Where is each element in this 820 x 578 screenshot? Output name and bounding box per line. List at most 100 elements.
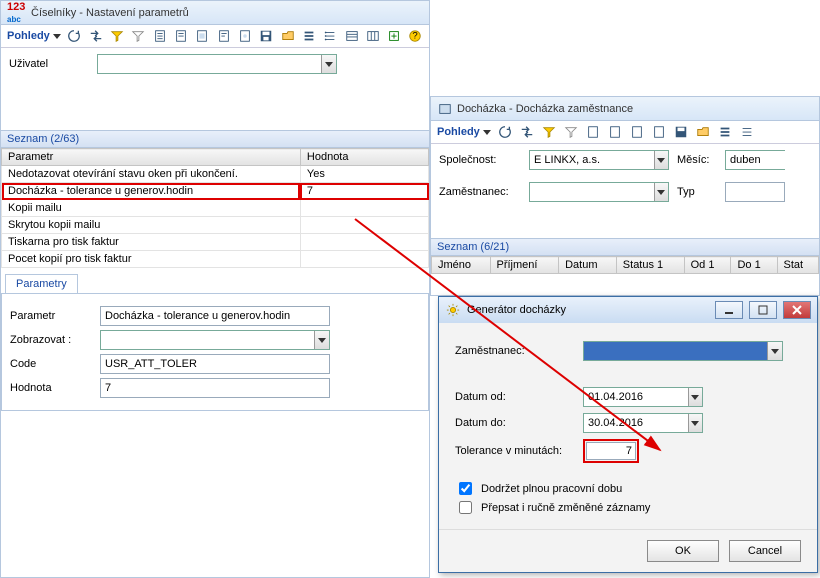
doc4-icon[interactable] <box>216 28 231 44</box>
user-input[interactable] <box>98 55 321 73</box>
col-prijmeni[interactable]: Příjmení <box>490 257 559 274</box>
minimize-button[interactable] <box>715 301 743 319</box>
table-row[interactable]: Tiskarna pro tisk faktur <box>2 234 429 251</box>
filter-drop-icon[interactable] <box>109 28 124 44</box>
lbl-zobrazovat: Zobrazovat : <box>10 334 90 346</box>
nav-icon[interactable] <box>519 124 535 140</box>
refresh-icon[interactable] <box>67 28 82 44</box>
chevron-down-icon[interactable] <box>314 331 329 349</box>
open-icon[interactable] <box>280 28 295 44</box>
user-row: Uživatel <box>1 48 429 80</box>
pohledy-menu[interactable]: Pohledy <box>7 30 61 42</box>
doc-icon[interactable] <box>629 124 645 140</box>
doc-icon[interactable] <box>607 124 623 140</box>
checkbox-dodrzet[interactable] <box>459 482 472 495</box>
table-row[interactable]: Pocet kopií pro tisk faktur <box>2 251 429 268</box>
filter-drop-icon[interactable] <box>541 124 557 140</box>
maximize-button[interactable] <box>749 301 777 319</box>
col-od1[interactable]: Od 1 <box>684 257 731 274</box>
field-tolerance[interactable] <box>586 442 636 460</box>
export-icon[interactable] <box>386 28 401 44</box>
user-dropdown-icon[interactable] <box>321 55 336 73</box>
tab-parametry[interactable]: Parametry <box>5 274 78 293</box>
lbl-datum-do: Datum do: <box>455 417 575 429</box>
table-row-selected[interactable]: Docházka - tolerance u generov.hodin7 <box>2 183 429 200</box>
funnel-icon[interactable] <box>131 28 146 44</box>
col-status1[interactable]: Status 1 <box>616 257 684 274</box>
col-parametr[interactable]: Parametr <box>2 149 301 166</box>
list1-icon[interactable] <box>301 28 316 44</box>
cancel-button[interactable]: Cancel <box>729 540 801 562</box>
main-toolbar: Pohledy ? <box>1 25 429 48</box>
table-row[interactable]: Skrytou kopii mailu <box>2 217 429 234</box>
chevron-down-icon[interactable] <box>654 183 668 201</box>
sec-grid: Jméno Příjmení Datum Status 1 Od 1 Do 1 … <box>431 256 819 274</box>
col-hodnota[interactable]: Hodnota <box>300 149 428 166</box>
ok-button[interactable]: OK <box>647 540 719 562</box>
col-jmeno[interactable]: Jméno <box>432 257 491 274</box>
generator-dialog: Generátor docházky Zaměstnanec: Datum od… <box>438 296 818 573</box>
chk-prepsat[interactable]: Přepsat i ručně změněné záznamy <box>455 498 801 517</box>
doc-icon[interactable] <box>651 124 667 140</box>
dialog-body: Zaměstnanec: Datum od: Datum do: Toleran… <box>439 323 817 529</box>
field-hodnota[interactable]: 7 <box>100 378 330 398</box>
field-code[interactable]: USR_ATT_TOLER <box>100 354 330 374</box>
sec-window: Docházka - Docházka zaměstnance Pohledy … <box>430 96 820 296</box>
chevron-down-icon[interactable] <box>654 151 668 169</box>
field-spolecnost[interactable] <box>529 150 669 170</box>
app-icon <box>437 101 453 117</box>
user-combo[interactable] <box>97 54 337 74</box>
nav-icon[interactable] <box>88 28 103 44</box>
doc3-icon[interactable] <box>195 28 210 44</box>
doc5-icon[interactable] <box>237 28 252 44</box>
help-icon[interactable]: ? <box>408 28 423 44</box>
tolerance-highlight <box>583 439 639 463</box>
lbl-hodnota: Hodnota <box>10 382 90 394</box>
field-zobrazovat[interactable] <box>100 330 330 350</box>
col-stat[interactable]: Stat <box>777 257 818 274</box>
chevron-down-icon[interactable] <box>767 342 782 360</box>
refresh-icon[interactable] <box>497 124 513 140</box>
funnel-icon[interactable] <box>563 124 579 140</box>
main-title: Číselníky - Nastavení parametrů <box>31 7 189 19</box>
list-icon[interactable] <box>717 124 733 140</box>
checkbox-prepsat[interactable] <box>459 501 472 514</box>
field-mesic[interactable] <box>725 150 785 170</box>
list4-icon[interactable] <box>365 28 380 44</box>
app-logo-icon: 123abc <box>7 1 27 25</box>
table-row[interactable]: Nedotazovat otevírání stavu oken při uko… <box>2 166 429 183</box>
list2-icon[interactable] <box>323 28 338 44</box>
dialog-title: Generátor docházky <box>467 304 566 316</box>
field-datum-do[interactable] <box>583 413 703 433</box>
chk-dodrzet[interactable]: Dodržet plnou pracovní dobu <box>455 479 801 498</box>
doc-icon[interactable] <box>585 124 601 140</box>
close-button[interactable] <box>783 301 811 319</box>
doc2-icon[interactable] <box>173 28 188 44</box>
field-zamestnanec[interactable] <box>529 182 669 202</box>
field-typ[interactable] <box>725 182 785 202</box>
pohledy-menu[interactable]: Pohledy <box>437 126 491 138</box>
save-icon[interactable] <box>673 124 689 140</box>
chevron-down-icon[interactable] <box>688 414 702 432</box>
list3-icon[interactable] <box>344 28 359 44</box>
chevron-down-icon[interactable] <box>688 388 702 406</box>
col-do1[interactable]: Do 1 <box>731 257 777 274</box>
field-parametr[interactable]: Docházka - tolerance u generov.hodin <box>100 306 330 326</box>
field-datum-od[interactable] <box>583 387 703 407</box>
save-icon[interactable] <box>259 28 274 44</box>
lbl-datum-od: Datum od: <box>455 391 575 403</box>
sec-seznam-header: Seznam (6/21) <box>431 238 819 256</box>
lbl-parametr: Parametr <box>10 310 90 322</box>
col-datum[interactable]: Datum <box>559 257 617 274</box>
param-grid: Parametr Hodnota Nedotazovat otevírání s… <box>1 148 429 268</box>
dlg-field-zamestnanec[interactable] <box>583 341 783 361</box>
doc1-icon[interactable] <box>152 28 167 44</box>
main-titlebar: 123abc Číselníky - Nastavení parametrů <box>1 1 429 25</box>
list-icon[interactable] <box>739 124 755 140</box>
main-window: 123abc Číselníky - Nastavení parametrů P… <box>0 0 430 578</box>
lbl-zamestnanec: Zaměstnanec: <box>439 186 521 198</box>
open-icon[interactable] <box>695 124 711 140</box>
sec-toolbar: Pohledy <box>431 121 819 144</box>
table-row[interactable]: Kopii mailu <box>2 200 429 217</box>
lbl-typ: Typ <box>677 186 717 198</box>
